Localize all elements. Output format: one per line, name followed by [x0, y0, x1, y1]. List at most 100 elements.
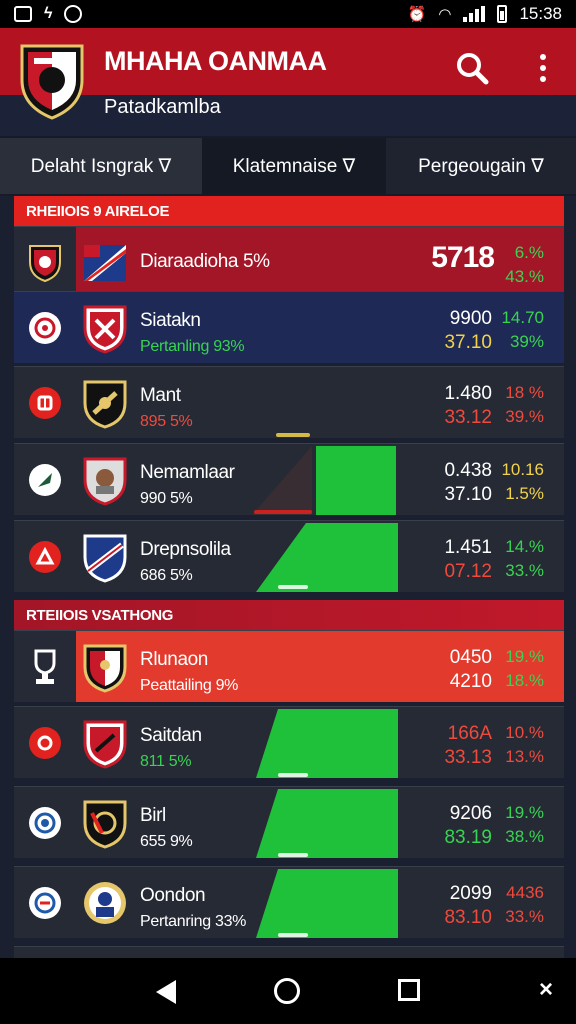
filter-bar: Delaht Isngrak ∇ Klatemnaise ∇ Pergeouga…: [0, 136, 576, 196]
rank-cell: [14, 521, 76, 592]
table-row[interactable]: Oondon Pertanring 33% 2099 83.10 4436 33…: [14, 866, 564, 938]
shield-icon: [83, 800, 127, 849]
scroll-indicator: [276, 433, 310, 437]
row-change-2: 33.%: [505, 907, 544, 926]
system-nav-bar: ×: [0, 958, 576, 1024]
row-value-2: 33.12: [444, 407, 492, 428]
row-value-2: 83.19: [444, 827, 492, 848]
shield-icon: [83, 457, 127, 506]
rank-cell: [14, 367, 76, 438]
table-row[interactable]: Birl 655 9% 9206 83.19 19.% 38.%: [14, 786, 564, 858]
image-notification-icon: [14, 6, 32, 22]
home-icon[interactable]: [274, 978, 300, 1004]
trophy-icon: [34, 649, 56, 684]
row-value-2: 4210: [449, 671, 492, 692]
badge-icon: [29, 463, 61, 496]
back-icon[interactable]: [156, 980, 176, 1004]
row-value-2: 07.12: [444, 561, 492, 582]
row-subtitle: Pertanling 93%: [140, 338, 245, 355]
row-name: Oondon: [140, 885, 206, 906]
gain-chart: [256, 868, 398, 938]
app-title: MHAHA OANMAA: [104, 46, 327, 76]
close-icon[interactable]: ×: [539, 976, 553, 1004]
row-name: Saitdan: [140, 725, 202, 746]
table-row[interactable]: Nemamlaar 990 5% 0.438 37.10 10.16 1.5%: [14, 443, 564, 515]
gain-chart: [252, 445, 396, 515]
row-value-1: 1.451: [444, 537, 492, 558]
filter-dropdown-2[interactable]: Klatemnaise ∇: [202, 138, 386, 194]
row-value-2: 33.13: [444, 747, 492, 768]
recent-apps-icon[interactable]: [398, 979, 420, 1001]
shield-icon: [83, 534, 127, 583]
row-change-1: 10.16: [501, 460, 544, 479]
badge-icon: [29, 806, 61, 839]
gain-chart: [256, 708, 398, 778]
badge-icon: [29, 886, 61, 919]
row-name: Rlunaon: [140, 649, 208, 670]
shield-icon: [29, 244, 61, 282]
row-subtitle: 990 5%: [140, 490, 193, 507]
row-change-1: 14.70: [501, 308, 544, 327]
row-change-2: 18.%: [505, 671, 544, 690]
alarm-icon: ⏰: [407, 6, 427, 23]
shield-icon: [83, 380, 127, 429]
gain-chart: [256, 522, 398, 592]
row-change-2: 33.%: [505, 561, 544, 580]
row-value-1: 9900: [449, 308, 492, 329]
wifi-icon: ◠: [438, 6, 452, 23]
rank-cell: [14, 292, 76, 363]
row-subtitle: 895 5%: [140, 413, 193, 430]
row-subtitle: 655 9%: [140, 833, 193, 850]
row-score: 5718: [431, 241, 495, 274]
table-row[interactable]: Mant 895 5% 1.480 33.12 18 % 39.%: [14, 366, 564, 438]
progress-tick: [278, 933, 308, 937]
row-name: Diaraadioha 5%: [140, 251, 270, 272]
row-change-2: 39.%: [505, 407, 544, 426]
table-row[interactable]: Saitdan 811 5% 166A 33.13 10.% 13.%: [14, 706, 564, 778]
signal-icon: [463, 6, 486, 22]
search-icon[interactable]: [452, 48, 492, 88]
status-bar: ϟ ⏰ ◠ 15:38: [0, 0, 576, 28]
row-change-1: 18 %: [505, 383, 544, 402]
row-subtitle: 686 5%: [140, 567, 193, 584]
badge-icon: [29, 540, 61, 573]
progress-tick: [278, 853, 308, 857]
badge-icon: [29, 311, 61, 344]
row-change-1: 6.%: [514, 243, 544, 262]
shield-icon: [84, 882, 126, 924]
rank-cell: [14, 631, 76, 702]
row-change-1: 14.%: [505, 537, 544, 556]
club-logo[interactable]: [18, 40, 86, 120]
badge-icon: [29, 386, 61, 419]
section-header: RHEIIOIS 9 AIRELOE: [14, 196, 564, 226]
row-change-2: 39%: [509, 332, 544, 351]
record-notification-icon: [64, 5, 83, 23]
row-name: Siatakn: [140, 310, 201, 331]
rank-cell: [14, 707, 76, 778]
filter-dropdown-1[interactable]: Delaht Isngrak ∇: [0, 138, 202, 194]
shield-icon: [83, 644, 127, 693]
row-name: Drepnsolila: [140, 539, 231, 560]
row-change-1: 19.%: [505, 647, 544, 666]
section-header: RTEIIOIS VSATHONG: [14, 600, 564, 630]
table-row[interactable]: Drepnsolila 686 5% 1.451 07.12 14.% 33.%: [14, 520, 564, 592]
row-value-1: 0.438: [444, 460, 492, 481]
row-value-1: 166A: [447, 723, 492, 744]
row-change-2: 38.%: [505, 827, 544, 846]
row-value-2: 37.10: [444, 332, 492, 353]
progress-tick: [254, 510, 312, 514]
table-row[interactable]: Diaraadioha 5% 5718 6.% 43.%: [14, 226, 564, 298]
row-name: Birl: [140, 805, 166, 826]
shield-icon: [83, 305, 127, 354]
app-bar: MHAHA OANMAA Patadkamlba: [0, 28, 576, 136]
shield-icon: [83, 720, 127, 769]
battery-icon: [497, 5, 508, 23]
status-time: 15:38: [519, 4, 562, 23]
app-subtitle: Patadkamlba: [104, 96, 221, 118]
more-options-icon[interactable]: [528, 48, 558, 88]
row-subtitle: 811 5%: [140, 753, 192, 770]
table-row[interactable]: Rlunaon Peattailing 9% 0450 4210 19.% 18…: [14, 630, 564, 702]
filter-dropdown-3[interactable]: Pergeougain ∇: [386, 138, 576, 194]
row-name: Mant: [140, 385, 181, 406]
table-row[interactable]: Siatakn Pertanling 93% 9900 37.10 14.70 …: [14, 291, 564, 363]
